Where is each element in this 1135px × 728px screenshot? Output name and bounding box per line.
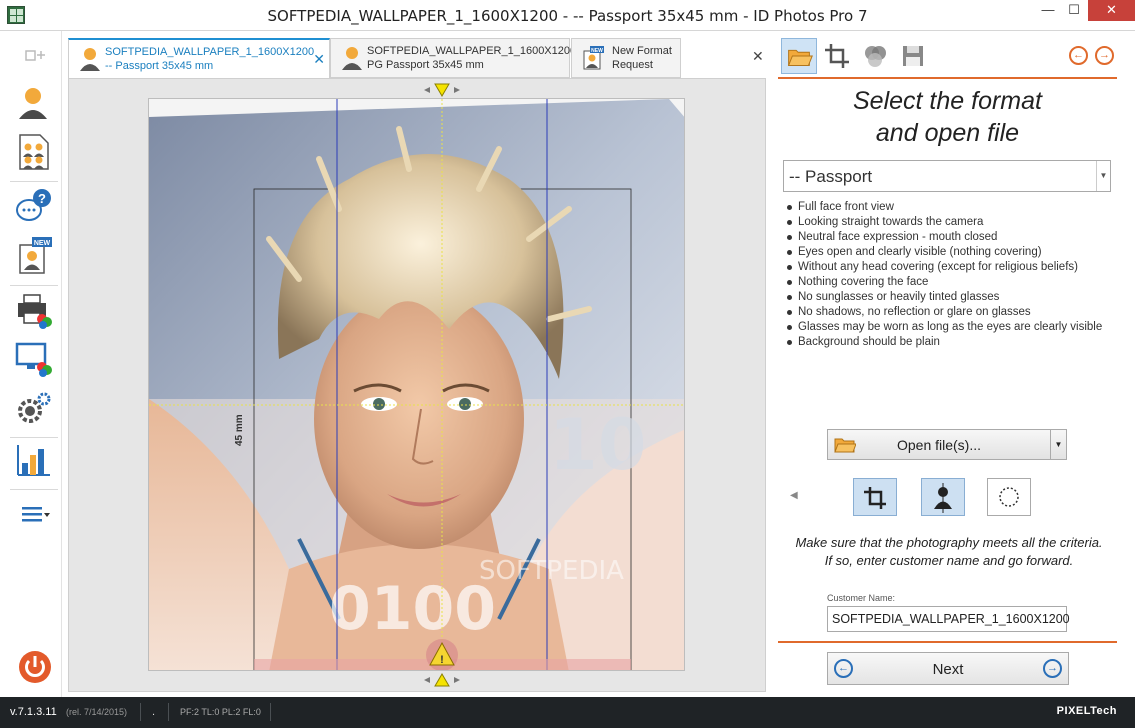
dotted-circle-icon — [999, 487, 1019, 507]
list-item: Looking straight towards the camera — [784, 215, 1102, 230]
list-item: No shadows, no reflection or glare on gl… — [784, 305, 1102, 320]
svg-text:!: ! — [440, 654, 444, 666]
tab-subtitle: PG Passport 35x45 mm — [367, 59, 484, 71]
customer-name-label: Customer Name: — [827, 593, 896, 603]
svg-text:10: 10 — [549, 404, 646, 486]
print-icon[interactable] — [14, 291, 52, 329]
crop-icon — [864, 487, 886, 509]
version-label: v.7.1.3.11 — [10, 706, 57, 718]
open-files-button[interactable]: Open file(s)... ▼ — [827, 429, 1067, 460]
next-button-label: Next — [932, 661, 964, 678]
maximize-button[interactable]: ☐ — [1060, 0, 1088, 21]
title-bar: SOFTPEDIA_WALLPAPER_1_1600X1200 - -- Pas… — [0, 0, 1135, 31]
statistics-chart-icon[interactable] — [14, 441, 52, 479]
chevron-down-icon[interactable]: ▼ — [1050, 430, 1066, 459]
back-arrow-icon[interactable]: ← — [834, 659, 853, 678]
power-icon[interactable] — [17, 649, 53, 685]
add-icon[interactable] — [22, 43, 46, 67]
format-select-value: -- Passport — [789, 167, 873, 186]
forward-arrow-icon[interactable]: → — [1043, 659, 1062, 678]
hint-text: Make sure that the photography meets all… — [795, 535, 1103, 568]
list-item: Glasses may be worn as long as the eyes … — [784, 320, 1102, 335]
status-dot: . — [152, 706, 156, 718]
save-icon[interactable] — [895, 38, 931, 74]
prev-arrow-icon[interactable]: ← — [1069, 46, 1088, 65]
tab-passport-35x45[interactable]: SOFTPEDIA_WALLPAPER_1_1600X1200 -- Passp… — [68, 38, 330, 78]
list-item: Without any head covering (except for re… — [784, 260, 1102, 275]
tab-subtitle: -- Passport 35x45 mm — [105, 60, 214, 72]
format-select[interactable]: -- Passport ▼ — [783, 160, 1111, 192]
photo-canvas[interactable]: 0100 10 SOFTPEDIA ! — [148, 98, 685, 671]
svg-text:NEW: NEW — [591, 48, 603, 54]
tab-pg-passport-35x45[interactable]: SOFTPEDIA_WALLPAPER_1_1600X1200 PG Passp… — [330, 38, 576, 78]
format-panel: ← → Select the format and open file -- P… — [778, 33, 1117, 697]
multiple-persons-sheet-icon[interactable] — [14, 133, 52, 171]
dimension-label: 45 mm — [234, 414, 245, 446]
open-folder-icon[interactable] — [781, 38, 817, 74]
svg-text:SOFTPEDIA: SOFTPEDIA — [479, 556, 624, 586]
screen-display-icon[interactable] — [14, 339, 52, 377]
crop-tool-button[interactable] — [853, 478, 897, 516]
list-item: Nothing covering the face — [784, 275, 1102, 290]
oval-tool-button[interactable] — [987, 478, 1031, 516]
document-tabs: SOFTPEDIA_WALLPAPER_1_1600X1200 -- Passp… — [68, 38, 766, 78]
tab-subtitle: Request — [612, 59, 653, 71]
close-window-button[interactable]: ✕ — [1088, 0, 1135, 21]
svg-text:NEW: NEW — [34, 240, 51, 247]
top-guide-marker[interactable] — [424, 83, 460, 97]
chevron-down-icon[interactable]: ▼ — [1096, 161, 1110, 191]
silhouette-tool-button[interactable] — [921, 478, 965, 516]
chevron-left-icon[interactable]: ◀ — [790, 490, 798, 501]
release-label: (rel. 7/14/2015) — [66, 707, 128, 717]
list-item: No sunglasses or heavily tinted glasses — [784, 290, 1102, 305]
customer-name-field[interactable]: SOFTPEDIA_WALLPAPER_1_1600X1200 — [827, 606, 1070, 632]
window-title: SOFTPEDIA_WALLPAPER_1_1600X1200 - -- Pas… — [267, 7, 868, 25]
tab-title: New Format — [612, 45, 672, 57]
status-bar: v.7.1.3.11 (rel. 7/14/2015) . PF:2 TL:0 … — [0, 697, 1135, 728]
close-tabs-icon[interactable]: ✕ — [752, 48, 764, 65]
person-icon — [80, 48, 100, 71]
color-adjust-icon[interactable] — [857, 38, 893, 74]
tab-close-icon[interactable]: ✕ — [313, 51, 325, 68]
passport-photo: 0100 10 SOFTPEDIA ! — [149, 99, 684, 670]
minimize-button[interactable]: — — [1034, 0, 1062, 21]
person-silhouette-icon — [934, 483, 952, 513]
brand-logo: PIXELTech — [1056, 705, 1117, 717]
svg-text:?: ? — [38, 191, 46, 206]
next-button[interactable]: Next ← → — [827, 652, 1069, 685]
new-format-icon[interactable]: NEW — [14, 237, 52, 275]
tab-title: SOFTPEDIA_WALLPAPER_1_1600X1200 — [367, 45, 577, 57]
list-item: Background should be plain — [784, 335, 1102, 350]
tab-new-format-request[interactable]: NEW New Format Request — [571, 38, 681, 78]
panel-title-line1: Select the format — [853, 87, 1042, 115]
bottom-guide-marker[interactable] — [424, 673, 460, 687]
crop-icon[interactable] — [819, 38, 855, 74]
list-item: Full face front view — [784, 200, 1102, 215]
next-arrow-icon[interactable]: → — [1095, 46, 1114, 65]
counters-label: PF:2 TL:0 PL:2 FL:0 — [180, 707, 261, 717]
tab-title: SOFTPEDIA_WALLPAPER_1_1600X1200 — [105, 46, 315, 58]
help-chat-icon[interactable]: ? — [14, 188, 52, 226]
svg-text:0100: 0100 — [329, 574, 496, 644]
list-item: Eyes open and clearly visible (nothing c… — [784, 245, 1102, 260]
new-format-icon: NEW — [583, 46, 604, 70]
single-person-icon[interactable] — [14, 83, 52, 121]
menu-hamburger-icon[interactable] — [14, 497, 52, 535]
person-icon — [342, 47, 362, 70]
list-item: Neutral face expression - mouth closed — [784, 230, 1102, 245]
criteria-list: Full face front view Looking straight to… — [784, 200, 1102, 350]
open-files-label: Open file(s)... — [896, 437, 982, 453]
panel-title-line2: and open file — [875, 119, 1020, 147]
settings-gear-icon[interactable] — [14, 389, 52, 427]
left-toolbar: ? NEW — [0, 31, 62, 697]
